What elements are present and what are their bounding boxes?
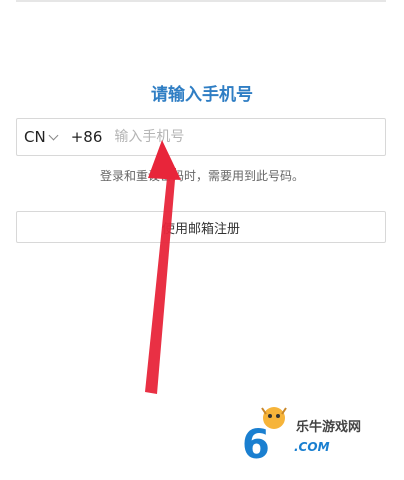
page-title: 请输入手机号 — [151, 85, 253, 105]
phone-field-row: CN +86 — [16, 118, 386, 156]
watermark-name: 乐牛游戏网 — [296, 420, 362, 435]
top-divider — [16, 0, 386, 2]
mascot-logo-icon: 6 — [242, 407, 287, 468]
phone-number-input[interactable] — [112, 118, 385, 156]
watermark-url: .COM — [294, 440, 330, 454]
country-selector[interactable]: CN — [17, 119, 59, 155]
hint-text: 登录和重设密码时，需要用到此号码。 — [99, 169, 304, 183]
country-code-label: CN — [24, 128, 46, 146]
site-watermark: 6 乐牛游戏网 .COM — [238, 402, 398, 472]
dial-code-label: +86 — [70, 128, 103, 146]
register-with-email-button[interactable]: 使用邮箱注册 — [16, 211, 386, 243]
chevron-down-icon — [48, 130, 59, 140]
svg-text:6: 6 — [242, 422, 270, 462]
